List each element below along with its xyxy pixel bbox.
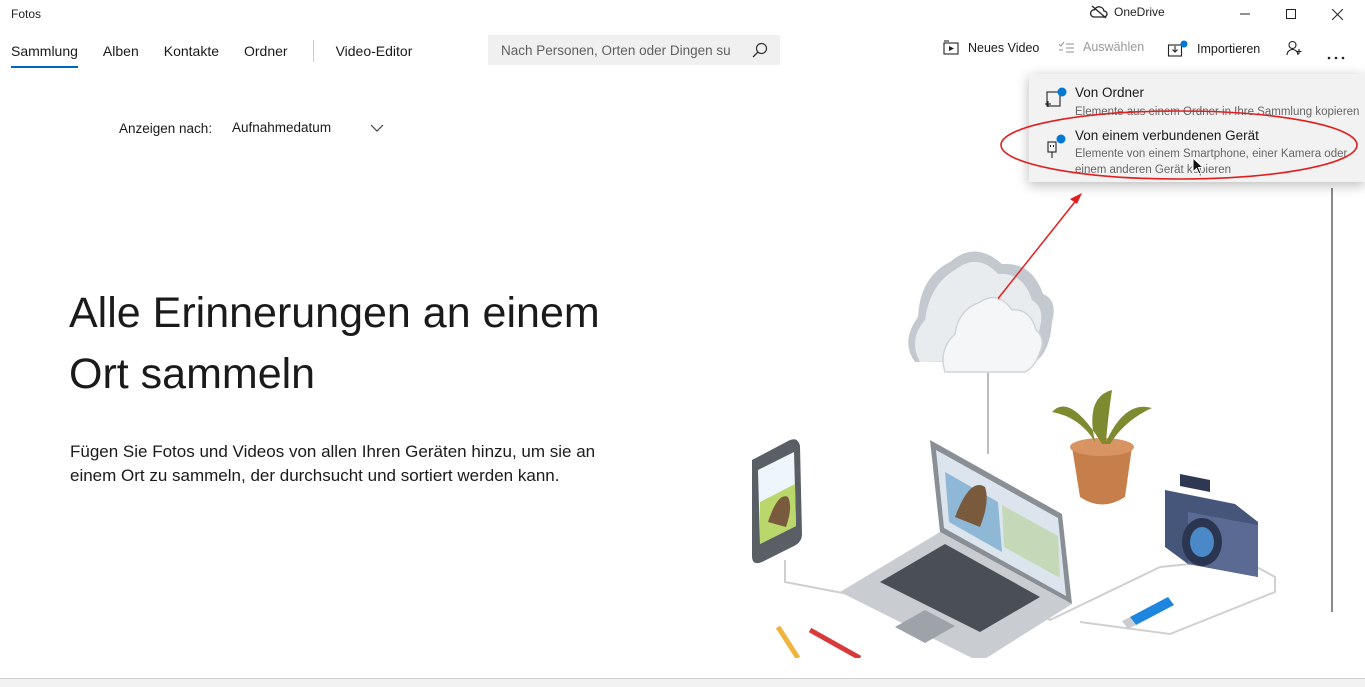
tab-sammlung[interactable]: Sammlung xyxy=(11,43,78,68)
smartphone-graphic xyxy=(752,439,802,564)
new-video-icon xyxy=(943,40,959,55)
import-label: Importieren xyxy=(1197,42,1261,56)
import-icon xyxy=(1167,40,1188,57)
menu-item-description-line2: einem anderen Gerät kopieren xyxy=(1075,164,1231,176)
maximize-icon xyxy=(1286,9,1296,19)
hero-description-line1: Fügen Sie Fotos und Videos von allen Ihr… xyxy=(70,442,596,461)
nav-divider xyxy=(312,40,314,62)
sort-label: Anzeigen nach: xyxy=(119,121,213,136)
search-input[interactable] xyxy=(499,41,748,59)
menu-item-description: Elemente von einem Smartphone, einer Kam… xyxy=(1075,146,1363,178)
more-dots-icon xyxy=(1327,56,1345,60)
tab-video-editor[interactable]: Video-Editor xyxy=(336,43,413,68)
select-button[interactable]: Auswählen xyxy=(1058,40,1144,54)
add-person-icon xyxy=(1286,40,1302,56)
devices-illustration xyxy=(752,251,1276,658)
menu-item-title: Von einem verbundenen Gerät xyxy=(1075,128,1259,143)
menu-item-description-line1: Elemente von einem Smartphone, einer Kam… xyxy=(1075,148,1348,160)
new-video-label: Neues Video xyxy=(968,40,1040,55)
close-icon xyxy=(1331,8,1343,20)
usb-stick-graphic xyxy=(1122,597,1174,629)
hero-description-line2: einem Ort zu sammeln, der durchsucht und… xyxy=(70,466,560,485)
minimize-button[interactable] xyxy=(1222,0,1268,28)
onedrive-label: OneDrive xyxy=(1114,5,1165,19)
content-divider xyxy=(1331,188,1333,612)
menu-item-description: Elemente aus einem Ordner in Ihre Sammlu… xyxy=(1075,106,1360,118)
camera-graphic xyxy=(1165,474,1258,577)
main-navigation: Sammlung Alben Kontakte Ordner Video-Edi… xyxy=(11,40,437,70)
hero-headline-line1: Alle Erinnerungen an einem xyxy=(69,289,600,337)
tab-kontakte[interactable]: Kontakte xyxy=(164,43,219,68)
hero-headline: Alle Erinnerungen an einem Ort sammeln xyxy=(69,283,669,405)
cloud-graphic xyxy=(908,251,1054,373)
tab-alben[interactable]: Alben xyxy=(103,43,139,68)
new-video-button[interactable]: Neues Video xyxy=(943,40,1039,55)
select-label: Auswählen xyxy=(1083,40,1145,54)
search-button[interactable] xyxy=(752,42,768,63)
tab-ordner[interactable]: Ordner xyxy=(244,43,288,68)
onedrive-cloud-off-icon xyxy=(1090,5,1108,19)
import-button[interactable]: Importieren xyxy=(1167,40,1260,58)
potted-plant-graphic xyxy=(1052,390,1152,505)
mouse-cursor-icon xyxy=(1192,157,1204,175)
app-title: Fotos xyxy=(11,7,42,21)
close-button[interactable] xyxy=(1314,0,1360,28)
onedrive-status[interactable]: OneDrive xyxy=(1090,5,1165,19)
laptop-graphic xyxy=(840,440,1072,658)
hero-headline-line2: Ort sammeln xyxy=(69,350,316,398)
maximize-button[interactable] xyxy=(1268,0,1314,28)
menu-item-from-folder[interactable]: Von Ordner Elemente aus einem Ordner in … xyxy=(1029,74,1365,118)
hero-description: Fügen Sie Fotos und Videos von allen Ihr… xyxy=(70,440,630,488)
folder-import-icon xyxy=(1045,87,1067,107)
minimize-icon xyxy=(1240,13,1250,15)
sort-dropdown[interactable]: Aufnahmedatum xyxy=(232,120,384,135)
search-icon xyxy=(752,42,768,58)
chevron-down-icon xyxy=(370,124,384,132)
usb-device-icon xyxy=(1047,134,1066,158)
people-button[interactable] xyxy=(1286,40,1302,61)
menu-item-title: Von Ordner xyxy=(1075,85,1145,100)
sort-value: Aufnahmedatum xyxy=(232,120,332,135)
more-options-button[interactable] xyxy=(1327,47,1345,65)
select-list-icon xyxy=(1058,41,1074,53)
search-box xyxy=(488,35,780,65)
